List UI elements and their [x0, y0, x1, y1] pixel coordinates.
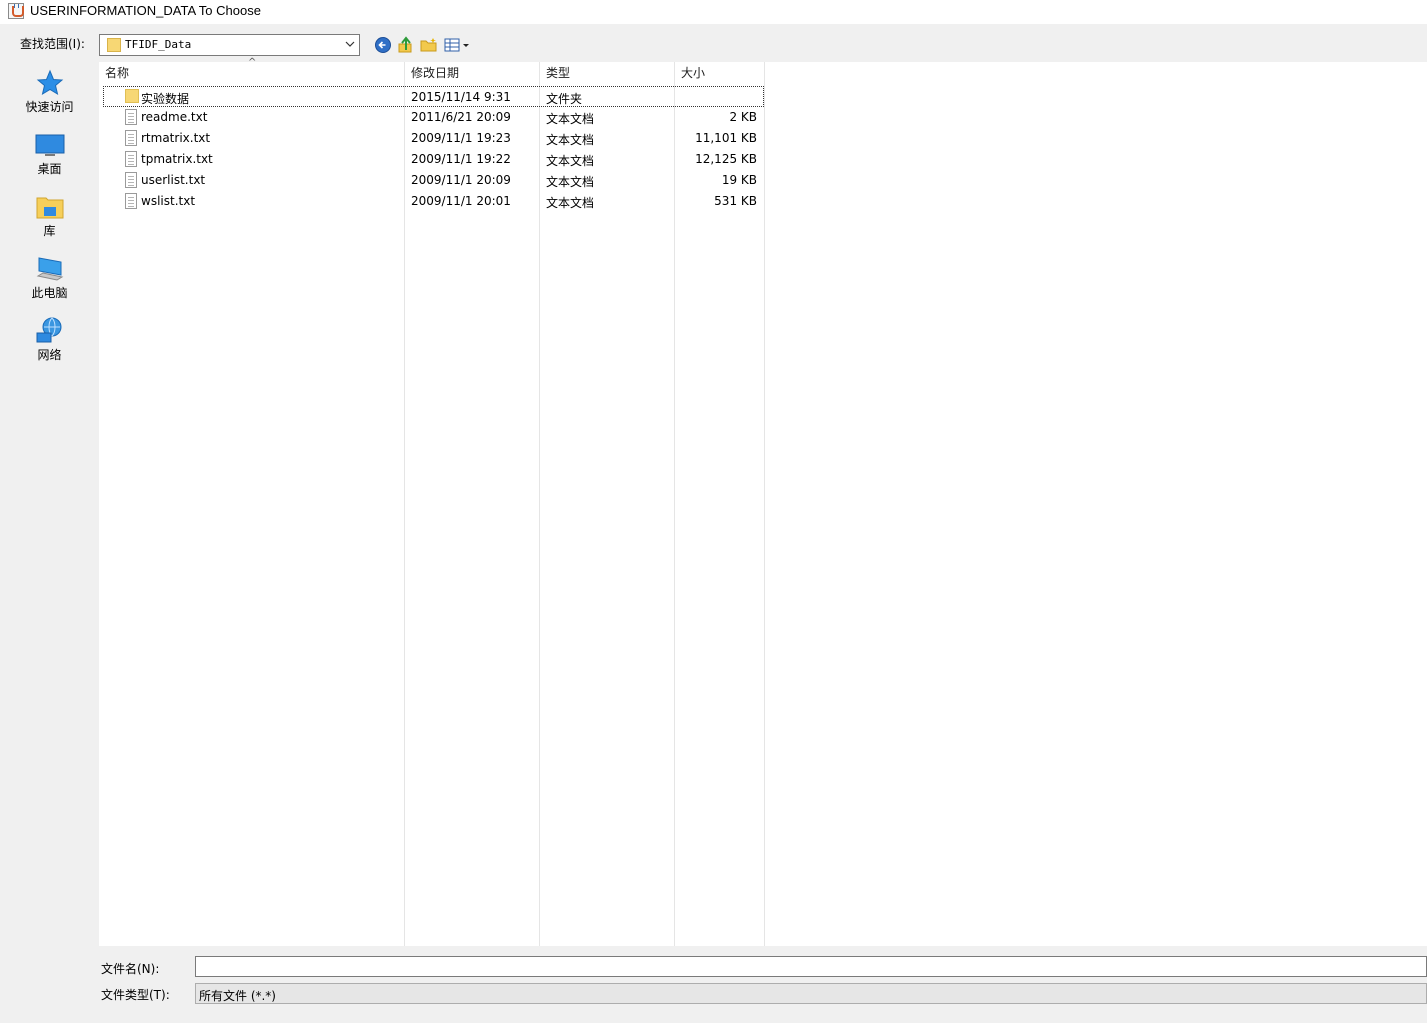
new-folder-icon: [420, 38, 437, 52]
file-name: tpmatrix.txt: [141, 152, 213, 166]
file-size: 2 KB: [729, 110, 757, 124]
column-header-type[interactable]: 类型: [546, 62, 674, 86]
computer-icon: [35, 254, 65, 284]
file-modified: 2009/11/1 19:23: [411, 131, 511, 145]
view-menu-button[interactable]: [444, 36, 472, 54]
place-label: 库: [43, 224, 56, 238]
file-list[interactable]: 名称 ^ 修改日期 类型 大小 实验数据 2015/11/14 9:31 文件夹 re…: [99, 57, 1427, 946]
column-header-row: 名称 ^ 修改日期 类型 大小: [99, 57, 765, 86]
place-this-pc[interactable]: 此电脑: [4, 250, 95, 306]
up-folder-icon: [398, 36, 412, 53]
star-icon: [35, 68, 65, 98]
file-size: 531 KB: [714, 194, 757, 208]
file-type: 文件夹: [546, 92, 583, 106]
file-name-input[interactable]: [195, 956, 1427, 977]
file-type-value: 所有文件 (*.*): [199, 989, 276, 1003]
file-type-combobox[interactable]: 所有文件 (*.*): [195, 983, 1427, 1004]
folder-icon: [125, 89, 139, 103]
file-row[interactable]: tpmatrix.txt 2009/11/1 19:22 文本文档 12,125 KB: [99, 149, 765, 170]
back-button[interactable]: [374, 36, 392, 54]
look-in-label: 查找范围(I):: [20, 37, 85, 51]
title-bar: USERINFORMATION_DATA To Choose: [0, 0, 1427, 24]
place-label: 此电脑: [31, 286, 68, 300]
sort-ascending-icon: ^: [248, 57, 257, 68]
file-name-label: 文件名(N):: [101, 962, 160, 976]
place-label: 快速访问: [25, 100, 74, 114]
back-arrow-icon: [375, 37, 391, 53]
places-bar: 快速访问 桌面 库 此电脑 网络: [4, 62, 95, 1019]
java-icon: [8, 3, 24, 19]
file-modified: 2009/11/1 19:22: [411, 152, 511, 166]
text-file-icon: [125, 130, 137, 146]
file-modified: 2009/11/1 20:01: [411, 194, 511, 208]
file-type: 文本文档: [546, 133, 595, 147]
file-name: rtmatrix.txt: [141, 131, 211, 145]
text-file-icon: [125, 151, 137, 167]
file-modified: 2015/11/14 9:31: [411, 90, 511, 104]
text-file-icon: [125, 172, 137, 188]
up-folder-button[interactable]: [397, 36, 415, 54]
place-label: 桌面: [37, 162, 62, 176]
new-folder-button[interactable]: [420, 36, 438, 54]
window-title: USERINFORMATION_DATA To Choose: [30, 3, 261, 18]
file-type: 文本文档: [546, 196, 595, 210]
look-in-value: TFIDF_Data: [125, 38, 192, 51]
network-icon: [35, 316, 65, 346]
folder-row[interactable]: 实验数据 2015/11/14 9:31 文件夹: [103, 86, 764, 107]
file-type: 文本文档: [546, 154, 595, 168]
file-size: 19 KB: [721, 173, 757, 187]
file-name: wslist.txt: [141, 194, 196, 208]
folder-icon: [107, 38, 121, 52]
details-view-icon: [444, 38, 469, 52]
file-row[interactable]: userlist.txt 2009/11/1 20:09 文本文档 19 KB: [99, 170, 765, 191]
file-size: 12,125 KB: [695, 152, 757, 166]
place-library[interactable]: 库: [4, 188, 95, 244]
file-modified: 2009/11/1 20:09: [411, 173, 511, 187]
column-header-modified[interactable]: 修改日期: [411, 62, 539, 86]
file-type-label: 文件类型(T):: [101, 988, 170, 1002]
desktop-icon: [35, 130, 65, 160]
text-file-icon: [125, 193, 137, 209]
file-type: 文本文档: [546, 175, 595, 189]
file-modified: 2011/6/21 20:09: [411, 110, 511, 124]
file-size: 11,101 KB: [695, 131, 757, 145]
column-header-size[interactable]: 大小: [681, 62, 763, 86]
look-in-combobox[interactable]: TFIDF_Data: [99, 34, 360, 56]
file-name: userlist.txt: [141, 173, 206, 187]
library-icon: [35, 192, 65, 222]
place-network[interactable]: 网络: [4, 312, 95, 368]
file-name: 实验数据: [141, 92, 190, 106]
chevron-down-icon: [345, 39, 355, 49]
file-row[interactable]: wslist.txt 2009/11/1 20:01 文本文档 531 KB: [99, 191, 765, 212]
file-row[interactable]: rtmatrix.txt 2009/11/1 19:23 文本文档 11,101 KB: [99, 128, 765, 149]
file-type: 文本文档: [546, 112, 595, 126]
text-file-icon: [125, 109, 137, 125]
file-name: readme.txt: [141, 110, 208, 124]
place-quick-access[interactable]: 快速访问: [4, 64, 95, 120]
place-desktop[interactable]: 桌面: [4, 126, 95, 182]
place-label: 网络: [37, 348, 62, 362]
file-row[interactable]: readme.txt 2011/6/21 20:09 文本文档 2 KB: [99, 107, 765, 128]
